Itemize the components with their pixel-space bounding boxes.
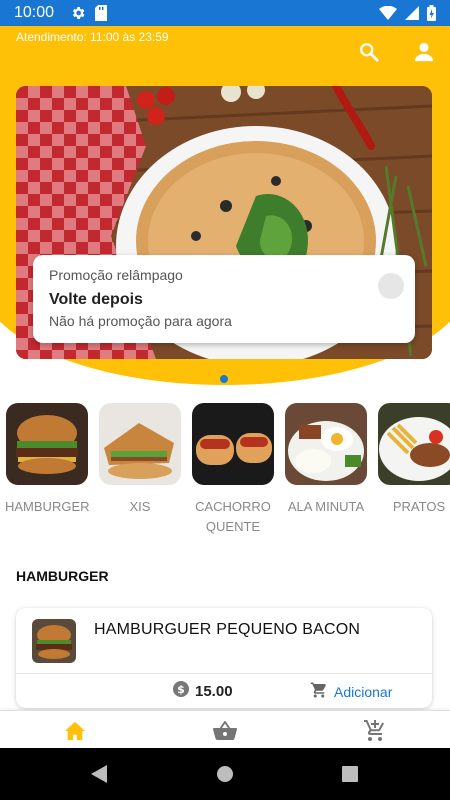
- category-image: [378, 403, 450, 485]
- status-time: 10:00: [14, 4, 55, 21]
- promo-indicator-icon: [378, 273, 404, 299]
- system-navigation-bar: [0, 748, 450, 800]
- add-label: Adicionar: [334, 683, 393, 700]
- cart-icon: [310, 681, 328, 702]
- promo-kicker: Promoção relâmpago: [49, 267, 183, 283]
- basket-icon[interactable]: [213, 719, 237, 743]
- price-value: 15.00: [195, 682, 233, 700]
- category-label: PRATOS: [392, 499, 446, 514]
- product-name: HAMBURGUER PEQUENO BACON: [94, 621, 361, 638]
- status-bar: 10:00: [0, 0, 450, 26]
- signal-icon: [405, 6, 419, 20]
- search-icon[interactable]: [355, 38, 383, 66]
- battery-icon: [427, 5, 436, 21]
- cart-add-icon[interactable]: [363, 719, 387, 743]
- add-to-cart-button[interactable]: Adicionar: [310, 681, 392, 702]
- divider: [16, 673, 432, 674]
- category-label: ALA MINUTA: [287, 499, 365, 514]
- product-image: [32, 619, 76, 663]
- bottom-navigation: [0, 710, 450, 748]
- category-label: CACHORRO QUENTE: [195, 499, 271, 534]
- category-ala-minuta[interactable]: ALA MINUTA: [284, 403, 368, 517]
- category-cachorro-quente[interactable]: CACHORRO QUENTE: [191, 403, 275, 537]
- back-icon[interactable]: [89, 764, 109, 784]
- category-image: [192, 403, 274, 485]
- sd-card-icon: [94, 5, 108, 21]
- promo-message: Não há promoção para agora: [49, 313, 232, 329]
- recents-icon[interactable]: [340, 764, 360, 784]
- gear-icon: [70, 5, 86, 21]
- product-price: $ 15.00: [173, 681, 233, 701]
- currency-icon: $: [173, 681, 189, 701]
- category-hamburger[interactable]: HAMBURGER: [5, 403, 90, 517]
- home-circle-icon[interactable]: [215, 764, 235, 784]
- section-title: HAMBURGER: [16, 568, 109, 584]
- category-xis[interactable]: XIS: [98, 403, 182, 517]
- category-label: HAMBURGER: [5, 499, 90, 514]
- category-pratos[interactable]: PRATOS: [377, 403, 450, 517]
- category-image: [285, 403, 367, 485]
- category-image: [6, 403, 88, 485]
- promo-card[interactable]: Promoção relâmpago Volte depois Não há p…: [33, 255, 415, 343]
- opening-hours: Atendimento: 11:00 às 23:59: [16, 30, 169, 44]
- category-image: [99, 403, 181, 485]
- wifi-icon: [379, 6, 397, 20]
- promo-title: Volte depois: [49, 291, 143, 308]
- account-icon[interactable]: [410, 38, 438, 66]
- home-icon[interactable]: [63, 719, 87, 743]
- category-label: XIS: [129, 499, 151, 514]
- product-card[interactable]: HAMBURGUER PEQUENO BACON $ 15.00 Adicion…: [16, 608, 432, 708]
- carousel-page-indicator[interactable]: [220, 375, 228, 383]
- svg-text:$: $: [177, 683, 185, 696]
